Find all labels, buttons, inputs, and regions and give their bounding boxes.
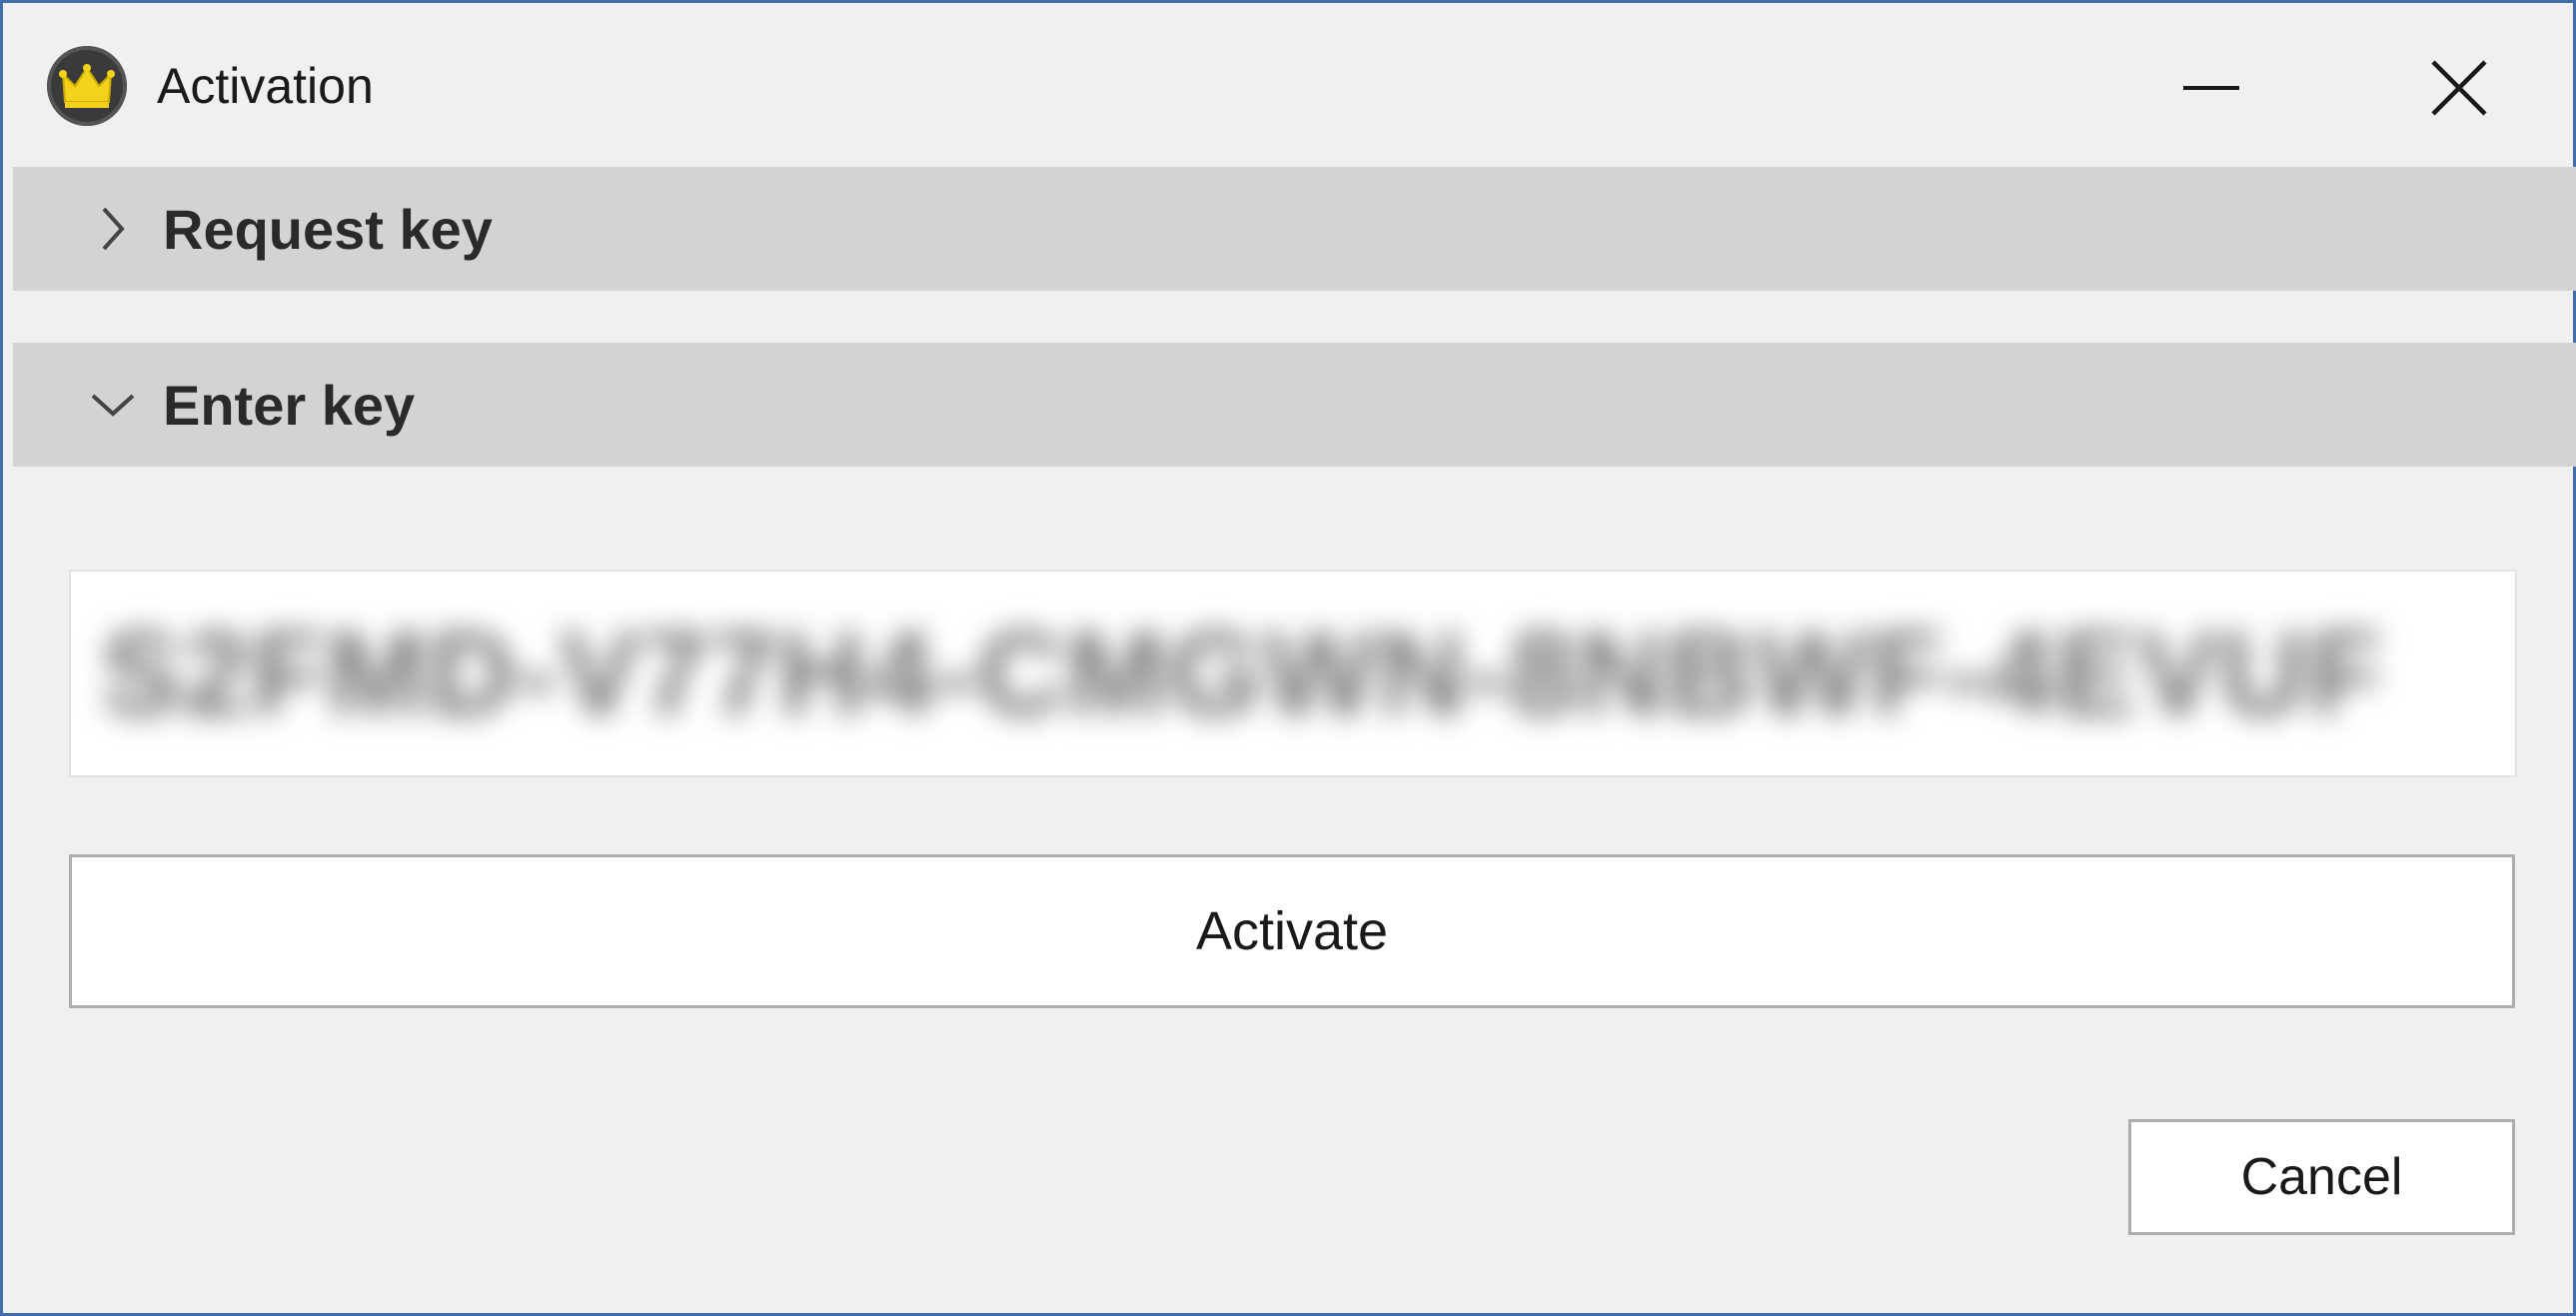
product-key-input[interactable] bbox=[71, 572, 2515, 775]
crown-icon bbox=[47, 46, 127, 126]
close-icon bbox=[2431, 60, 2487, 116]
section-label: Enter key bbox=[163, 374, 416, 437]
section-request-key[interactable]: Request key bbox=[13, 167, 2576, 291]
close-button[interactable] bbox=[2399, 33, 2519, 143]
window-title: Activation bbox=[157, 58, 374, 114]
chevron-down-icon bbox=[83, 375, 143, 435]
chevron-right-icon bbox=[83, 199, 143, 259]
minimize-button[interactable] bbox=[2151, 33, 2271, 143]
section-label: Request key bbox=[163, 198, 493, 261]
product-key-field[interactable] bbox=[69, 570, 2517, 777]
cancel-button[interactable]: Cancel bbox=[2128, 1119, 2515, 1235]
section-enter-key[interactable]: Enter key bbox=[13, 343, 2576, 467]
title-bar[interactable]: Activation bbox=[3, 3, 2573, 163]
activate-button[interactable]: Activate bbox=[69, 854, 2515, 1008]
activation-window: Activation Request key Enter key S2FMD-V… bbox=[0, 0, 2576, 1316]
minimize-icon bbox=[2183, 86, 2239, 90]
